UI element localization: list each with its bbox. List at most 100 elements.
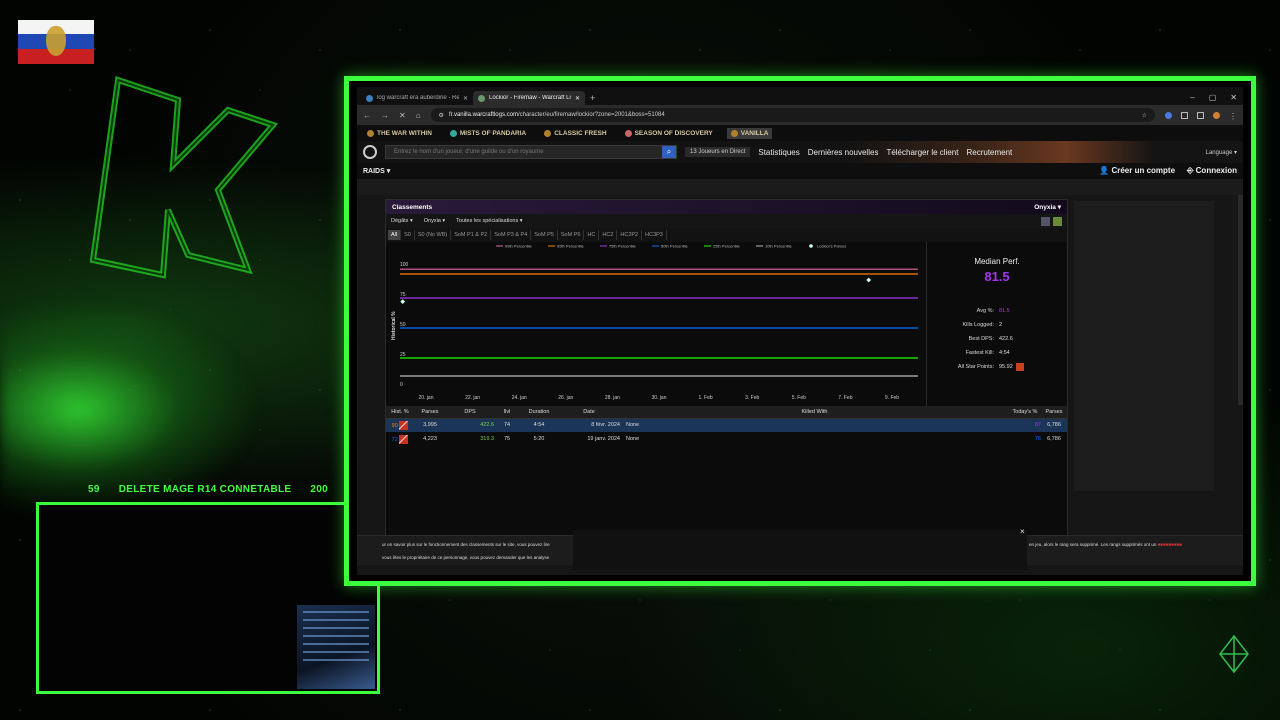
- nav-season-of-discovery[interactable]: SEASON OF DISCOVERY: [621, 128, 717, 139]
- partition-tab[interactable]: All: [388, 230, 402, 240]
- stat-value: 2: [999, 322, 1003, 328]
- dps-cell: 319.3: [480, 436, 494, 442]
- menu-dots-icon[interactable]: ⋮: [1229, 112, 1237, 121]
- nav-vanilla[interactable]: VANILLA: [726, 127, 773, 139]
- parses2-cell: 6,786: [1047, 436, 1061, 442]
- settings-icon[interactable]: [1053, 216, 1062, 226]
- dps-cell: 422.6: [446, 418, 494, 432]
- metric-filter[interactable]: Dégâts ▾: [391, 218, 413, 224]
- browser-window: log warcraft era auberdine - Re ✕ Lockio…: [357, 87, 1243, 575]
- puzzle-extensions-icon[interactable]: [1181, 111, 1188, 119]
- y-tick-label: 100: [400, 262, 409, 268]
- nav-statistiques[interactable]: Statistiques: [758, 148, 799, 157]
- back-arrow-icon[interactable]: ←: [363, 111, 371, 120]
- extension-icon[interactable]: [1165, 111, 1172, 119]
- partition-tab[interactable]: HC2P2: [617, 230, 643, 240]
- create-account-link[interactable]: 👤 Créer un compte: [1099, 166, 1175, 176]
- partition-tab[interactable]: HC: [584, 230, 600, 240]
- partition-tabs: All S0 S0 (No WB) SoM P1 & P2 SoM P3 & P4 SoM…: [386, 228, 1067, 242]
- partition-tab[interactable]: S0 (No WB): [415, 230, 452, 240]
- site-info-icon[interactable]: ⚙: [439, 112, 444, 119]
- parses-table: Hist. % Parses DPS Ilvl Duration Date Ki…: [386, 406, 1067, 446]
- player-search-input[interactable]: Entrez le nom d'un joueur, d'une guilde …: [385, 145, 677, 159]
- raids-menu[interactable]: RAIDS ▾: [363, 167, 390, 175]
- partition-tab[interactable]: SoM P6: [558, 230, 585, 240]
- partition-tab[interactable]: SoM P1 & P2: [451, 230, 492, 240]
- nav-mists-of-pandaria[interactable]: MISTS OF PANDARIA: [446, 128, 530, 139]
- partition-tab[interactable]: HC3P3: [642, 230, 667, 240]
- partition-tab[interactable]: SoM P3 & P4: [491, 230, 532, 240]
- sidepanel-icon[interactable]: [1197, 111, 1204, 119]
- nav-dernieres-nouvelles[interactable]: Dernières nouvelles: [808, 148, 879, 157]
- minimize-button[interactable]: –: [1190, 91, 1194, 105]
- encounter-filter[interactable]: Onyxia ▾: [424, 218, 445, 224]
- nav-recrutement[interactable]: Recrutement: [966, 148, 1012, 157]
- bookmark-star-icon[interactable]: ☆: [1142, 112, 1147, 119]
- col-date[interactable]: Date: [558, 406, 620, 419]
- banner-link[interactable]: ■■■■■■■■■: [1158, 542, 1182, 547]
- stats-panel: Median Perf. 81.5 Avg %: 81.5 Kills Logge…: [926, 242, 1067, 406]
- nav-classic-fresh[interactable]: CLASSIC FRESH: [540, 128, 610, 139]
- col-ilvl[interactable]: Ilvl: [494, 406, 520, 419]
- extensions-area: ⋮: [1165, 111, 1237, 121]
- page-scrollbar[interactable]: [1238, 195, 1243, 405]
- home-icon[interactable]: ⌂: [416, 111, 421, 120]
- tab-lockior[interactable]: Lockior - Firemaw - Warcraft Lo ✕: [473, 91, 585, 105]
- table-row[interactable]: 72 4,223 319.3 75 5:20 19 janv. 2024 Non…: [386, 432, 1067, 446]
- today-cell: 76: [1034, 436, 1041, 442]
- median-perf-label: Median Perf.: [974, 257, 1020, 266]
- mop-icon: [449, 129, 457, 137]
- col-hist[interactable]: Hist. %: [386, 406, 414, 419]
- login-link[interactable]: ⎆ Connexion: [1187, 166, 1237, 176]
- language-select[interactable]: Language ▾: [1206, 149, 1237, 156]
- close-window-button[interactable]: ✕: [1230, 91, 1237, 105]
- maximize-button[interactable]: ▢: [1209, 91, 1217, 105]
- close-banner-button[interactable]: ×: [1020, 527, 1025, 536]
- rankings-title-bar: Classements Onyxia ▾: [386, 200, 1067, 214]
- table-row[interactable]: 90 3,995 422.6 74 4:54 8 févr. 2024 None…: [386, 418, 1067, 432]
- col-dps[interactable]: DPS: [446, 406, 494, 419]
- nav-telecharger-client[interactable]: Télécharger le client: [886, 148, 958, 157]
- filter-label: Onyxia: [423, 218, 441, 224]
- spec-filter[interactable]: Toutes les spécialisations ▾: [456, 218, 522, 224]
- tab-log-warcraft[interactable]: log warcraft era auberdine - Re ✕: [361, 91, 473, 105]
- hist-cell: 72: [386, 432, 414, 446]
- partition-tab[interactable]: HC2: [599, 230, 618, 240]
- boss-select-label: Onyxia: [1034, 204, 1056, 211]
- y-tick-label: 0: [400, 382, 403, 388]
- profile-avatar[interactable]: [1213, 111, 1220, 119]
- legend-label: 75th Percentile: [609, 244, 636, 249]
- forward-arrow-icon[interactable]: →: [381, 111, 389, 120]
- col-parses-2[interactable]: Parses: [1041, 406, 1067, 419]
- stat-label: Fastest Kill:: [965, 350, 994, 356]
- stat-best-dps: Best DPS: 422.6: [927, 332, 1067, 346]
- x-tick-label: 1. Feb: [699, 395, 713, 401]
- banner-overlay: [573, 530, 1027, 570]
- stat-label: Best DPS:: [968, 336, 994, 342]
- chart-toggle-icon[interactable]: [1041, 216, 1050, 226]
- col-parses[interactable]: Parses: [414, 406, 446, 419]
- warcraftlogs-logo[interactable]: [363, 145, 377, 159]
- banner-line-3: en jeu, alors le rang sera supprimé. Les…: [1029, 542, 1182, 547]
- parses-cell: 3,995: [414, 418, 446, 432]
- col-duration[interactable]: Duration: [520, 406, 558, 419]
- url-field[interactable]: ⚙ fr.vanilla.warcraftlogs.com/character/…: [430, 108, 1155, 122]
- boss-select[interactable]: Onyxia ▾: [1034, 203, 1061, 211]
- col-killed-with[interactable]: Killed With: [620, 406, 1009, 419]
- x-tick-label: 20. jan: [418, 395, 433, 401]
- nav-the-war-within[interactable]: THE WAR WITHIN: [363, 128, 436, 139]
- rankings-title: Classements: [392, 203, 433, 211]
- banner-line-1: ur en savoir plus sur le fonctionnement …: [382, 542, 550, 547]
- close-tab-icon[interactable]: ✕: [463, 95, 468, 102]
- live-players-badge[interactable]: 13 Joueurs en Direct: [685, 147, 751, 157]
- close-tab-icon[interactable]: ✕: [575, 95, 580, 102]
- col-today[interactable]: Today's %: [1009, 406, 1041, 419]
- stop-icon[interactable]: ✕: [399, 111, 406, 120]
- language-label: Language: [1205, 149, 1233, 156]
- new-tab-button[interactable]: +: [585, 91, 600, 105]
- search-icon[interactable]: ⌕: [662, 146, 676, 158]
- hist-value: 72: [391, 436, 398, 443]
- stat-value: 81.5: [999, 308, 1010, 314]
- partition-tab[interactable]: S0: [401, 230, 415, 240]
- partition-tab[interactable]: SoM P5: [531, 230, 558, 240]
